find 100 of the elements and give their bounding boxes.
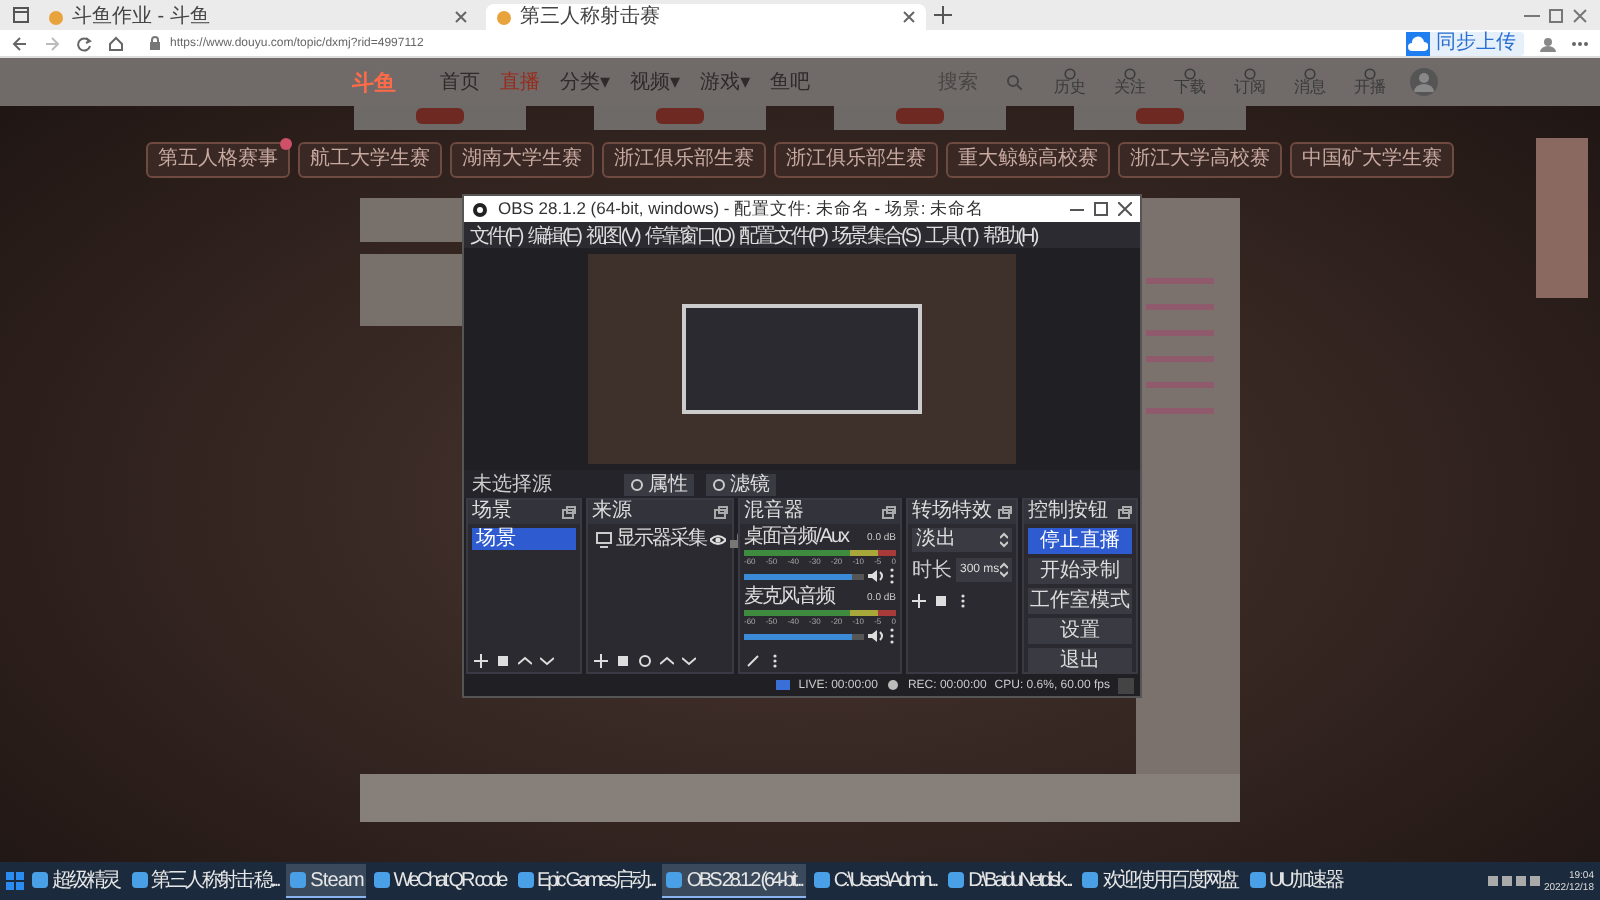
taskbar-item[interactable]: 第三人称射击 稳... [127, 864, 283, 898]
menu-item[interactable]: 文件(F) [470, 221, 522, 249]
taskbar-item[interactable]: 欢迎使用百度网盘 [1078, 864, 1242, 898]
source-status: 未选择源 [472, 471, 552, 498]
page-icon [48, 9, 64, 25]
undock-icon[interactable] [882, 505, 896, 519]
dock-title: 场景 [472, 500, 512, 524]
control-button[interactable]: 设置 [1028, 618, 1132, 644]
taskbar-item[interactable]: S t e a m [286, 864, 366, 898]
speaker-icon[interactable] [868, 628, 884, 644]
menu-item[interactable]: 场景集合(S) [832, 221, 920, 249]
source-bar-button[interactable]: 滤镜 [706, 473, 776, 495]
category-button[interactable]: 浙江大学高校赛 [1118, 142, 1282, 178]
tray-icons[interactable] [1487, 872, 1540, 890]
close-icon[interactable] [1572, 8, 1588, 24]
link-icon[interactable] [746, 653, 760, 667]
app-icon [666, 872, 683, 888]
browser-tab[interactable]: 第三人称射击赛 [486, 4, 926, 30]
app-icon [1082, 872, 1099, 888]
sync-button[interactable]: 同步上传 [1406, 31, 1524, 55]
category-button[interactable]: 第五人格赛事 [146, 142, 290, 178]
category-button[interactable]: 湖南大学生赛 [450, 142, 594, 178]
circle-icon [1243, 67, 1257, 81]
add-icon[interactable] [594, 653, 608, 667]
browser-tab[interactable]: 斗鱼作业 - 斗鱼 [38, 4, 478, 30]
taskbar-item[interactable]: WeChat QR code [369, 864, 510, 898]
monitor-icon [596, 531, 612, 547]
control-button[interactable]: 工作室模式 [1028, 588, 1132, 614]
app-icon [472, 201, 488, 217]
more-icon[interactable] [768, 653, 782, 667]
category-button[interactable]: 浙江俱乐部生赛 [602, 142, 766, 178]
circle-icon [1363, 67, 1377, 81]
menu-item[interactable]: 停靠窗口(D) [644, 221, 734, 249]
eye-icon[interactable] [710, 531, 726, 547]
category-button[interactable]: 中国矿大学生赛 [1290, 142, 1454, 178]
home-icon[interactable] [108, 35, 124, 51]
taskbar-item[interactable]: OBS 28.1.2 (64-bit... [662, 864, 806, 898]
app-icon [948, 872, 965, 888]
profile-icon[interactable] [1540, 35, 1556, 51]
close-icon[interactable] [1118, 202, 1132, 216]
close-icon[interactable] [454, 10, 468, 24]
category-button[interactable]: 重大鲸鲸高校赛 [946, 142, 1110, 178]
spin-icon [1000, 562, 1008, 578]
live-icon [776, 678, 791, 692]
dock-title: 来源 [592, 500, 632, 524]
menu-item[interactable]: 视图(V) [586, 221, 639, 249]
undock-icon[interactable] [1118, 505, 1132, 519]
reload-icon[interactable] [76, 35, 92, 51]
transition-dropdown[interactable]: 淡出 [912, 528, 1012, 552]
add-icon[interactable] [474, 653, 488, 667]
taskbar-item[interactable]: D:\BaiduNetdisk... [944, 864, 1075, 898]
more-icon[interactable] [888, 568, 896, 584]
tab-list-icon[interactable] [12, 6, 30, 24]
taskbar-item[interactable]: Epic Games启动... [513, 864, 659, 898]
dock-title: 混音器 [744, 500, 804, 524]
search-icon [1006, 74, 1023, 90]
record-icon [885, 678, 900, 692]
menu-item[interactable]: 工具(T) [925, 221, 977, 249]
new-tab-icon[interactable] [934, 6, 952, 24]
undock-icon[interactable] [562, 505, 576, 519]
circle-icon [1063, 67, 1077, 81]
maximize-icon[interactable] [1094, 202, 1108, 216]
circle-icon [1183, 67, 1197, 81]
add-icon[interactable] [912, 593, 926, 607]
source-bar-button[interactable]: 属性 [624, 473, 694, 495]
start-icon[interactable] [6, 872, 24, 890]
remove-icon[interactable] [616, 653, 630, 667]
taskbar-item[interactable]: UU加速器 [1245, 864, 1346, 898]
move-down-icon[interactable] [682, 653, 696, 667]
taskbar-item[interactable]: 超级精灵 [28, 864, 124, 898]
remove-icon[interactable] [496, 653, 510, 667]
control-button[interactable]: 停止直播 [1028, 528, 1132, 554]
undock-icon[interactable] [714, 505, 728, 519]
menu-item[interactable]: 编辑(E) [527, 221, 581, 249]
control-button[interactable]: 退出 [1028, 648, 1132, 674]
remove-icon[interactable] [934, 593, 948, 607]
app-icon [517, 872, 534, 888]
back-icon[interactable] [12, 35, 28, 51]
more-icon[interactable] [888, 628, 896, 644]
close-icon[interactable] [902, 10, 916, 24]
move-down-icon[interactable] [540, 653, 554, 667]
menu-item[interactable]: 帮助(H) [982, 221, 1037, 249]
dock-title: 转场特效 [912, 500, 992, 524]
window-title: OBS 28.1.2 (64-bit, windows) - 配置文件: 未命名 - 场景: 未命名 [498, 197, 985, 221]
move-up-icon[interactable] [518, 653, 532, 667]
menu-item[interactable]: 配置文件(P) [739, 221, 827, 249]
speaker-icon[interactable] [868, 568, 884, 584]
dock-title: 控制按钮 [1028, 500, 1108, 524]
maximize-icon[interactable] [1548, 8, 1564, 24]
more-icon[interactable] [956, 593, 970, 607]
move-up-icon[interactable] [660, 653, 674, 667]
category-button[interactable]: 浙江俱乐部生赛 [774, 142, 938, 178]
taskbar-item[interactable]: C:\Users\Admin... [809, 864, 941, 898]
resize-grip[interactable] [1118, 677, 1134, 693]
undock-icon[interactable] [998, 505, 1012, 519]
control-button[interactable]: 开始录制 [1028, 558, 1132, 584]
channel-name: 桌面音频/Aux [744, 528, 849, 548]
scene-item[interactable]: 场景 [472, 528, 576, 550]
source-item[interactable]: 显示器采集 [616, 528, 706, 550]
category-button[interactable]: 航工大学生赛 [298, 142, 442, 178]
